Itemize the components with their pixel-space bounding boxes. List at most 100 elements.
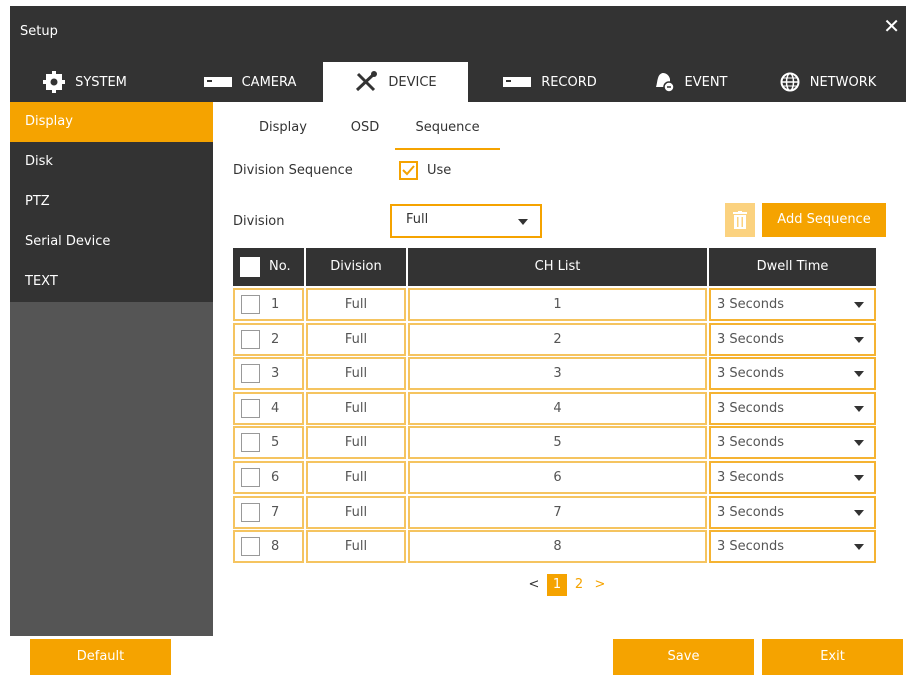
- row-dwell-time-select[interactable]: 3 Seconds: [709, 461, 876, 494]
- sidebar-item-text[interactable]: TEXT: [10, 262, 213, 302]
- row-division-cell[interactable]: Full: [306, 426, 406, 459]
- row-no: 8: [271, 539, 280, 554]
- table-row: 1 Full 1 3 Seconds: [233, 288, 876, 322]
- row-ch-list: 2: [553, 332, 562, 347]
- row-ch-list: 7: [553, 505, 562, 520]
- row-no: 6: [271, 470, 280, 485]
- row-ch-list-cell[interactable]: 1: [408, 288, 707, 321]
- row-dwell-time: 3 Seconds: [717, 332, 785, 347]
- row-ch-list-cell[interactable]: 5: [408, 426, 707, 459]
- row-ch-list: 8: [553, 539, 562, 554]
- tab-system[interactable]: SYSTEM: [10, 62, 160, 102]
- row-ch-list-cell[interactable]: 7: [408, 496, 707, 529]
- row-no: 4: [271, 401, 280, 416]
- row-dwell-time-select[interactable]: 3 Seconds: [709, 496, 876, 529]
- row-no-cell: 2: [233, 323, 304, 356]
- row-checkbox[interactable]: [241, 537, 260, 556]
- tab-label: SYSTEM: [75, 74, 127, 90]
- delete-sequence-button[interactable]: [725, 203, 755, 237]
- row-no-cell: 5: [233, 426, 304, 459]
- checkmark-icon: [402, 165, 415, 176]
- row-dwell-time-select[interactable]: 3 Seconds: [709, 426, 876, 459]
- row-no-cell: 6: [233, 461, 304, 494]
- row-division-cell[interactable]: Full: [306, 357, 406, 390]
- row-dwell-time: 3 Seconds: [717, 401, 785, 416]
- row-dwell-time: 3 Seconds: [717, 366, 785, 381]
- select-all-checkbox[interactable]: [240, 257, 260, 277]
- header-dwell-time-label: Dwell Time: [756, 259, 829, 274]
- row-division-cell[interactable]: Full: [306, 288, 406, 321]
- row-ch-list-cell[interactable]: 6: [408, 461, 707, 494]
- sidebar-list: Display Disk PTZ Serial Device TEXT: [10, 102, 213, 302]
- close-icon[interactable]: ✕: [883, 16, 900, 36]
- sidebar-item-disk[interactable]: Disk: [10, 142, 213, 182]
- row-ch-list: 5: [553, 435, 562, 450]
- tab-device[interactable]: DEVICE: [323, 62, 468, 102]
- next-page-icon[interactable]: >: [593, 574, 607, 596]
- tab-label: EVENT: [684, 74, 728, 90]
- division-select[interactable]: Full: [390, 204, 542, 238]
- row-ch-list-cell[interactable]: 4: [408, 392, 707, 425]
- row-checkbox[interactable]: [241, 364, 260, 383]
- row-no-cell: 8: [233, 530, 304, 563]
- subtab-display[interactable]: Display: [253, 110, 313, 150]
- row-checkbox[interactable]: [241, 503, 260, 522]
- title-bar: Setup ✕: [10, 6, 906, 56]
- row-ch-list: 4: [553, 401, 562, 416]
- chevron-down-icon: [854, 475, 864, 481]
- sidebar: Display Disk PTZ Serial Device TEXT: [10, 102, 213, 636]
- row-ch-list-cell[interactable]: 3: [408, 357, 707, 390]
- row-checkbox[interactable]: [241, 433, 260, 452]
- tab-record[interactable]: RECORD: [485, 62, 615, 102]
- use-checkbox[interactable]: [399, 161, 418, 180]
- row-checkbox[interactable]: [241, 468, 260, 487]
- tab-event[interactable]: EVENT: [635, 62, 745, 102]
- sidebar-item-ptz[interactable]: PTZ: [10, 182, 213, 222]
- division-select-value: Full: [406, 212, 429, 227]
- camera-icon: [203, 77, 232, 87]
- row-checkbox[interactable]: [241, 330, 260, 349]
- row-division-cell[interactable]: Full: [306, 530, 406, 563]
- sidebar-item-serial-device[interactable]: Serial Device: [10, 222, 213, 262]
- row-dwell-time-select[interactable]: 3 Seconds: [709, 530, 876, 563]
- row-no: 5: [271, 435, 280, 450]
- row-dwell-time-select[interactable]: 3 Seconds: [709, 288, 876, 321]
- subtab-sequence[interactable]: Sequence: [395, 110, 500, 150]
- save-button[interactable]: Save: [613, 639, 754, 675]
- row-dwell-time-select[interactable]: 3 Seconds: [709, 392, 876, 425]
- row-checkbox[interactable]: [241, 295, 260, 314]
- row-division-cell[interactable]: Full: [306, 461, 406, 494]
- row-checkbox[interactable]: [241, 399, 260, 418]
- row-division-cell[interactable]: Full: [306, 392, 406, 425]
- prev-page-icon[interactable]: <: [527, 574, 541, 596]
- row-ch-list: 1: [553, 297, 562, 312]
- tab-camera[interactable]: CAMERA: [190, 62, 310, 102]
- division-sequence-label: Division Sequence: [233, 163, 353, 178]
- tools-icon: [356, 71, 378, 92]
- sidebar-item-display[interactable]: Display: [10, 102, 213, 142]
- tab-label: RECORD: [541, 74, 597, 90]
- row-dwell-time: 3 Seconds: [717, 435, 785, 450]
- add-sequence-button[interactable]: Add Sequence: [762, 203, 886, 237]
- row-ch-list-cell[interactable]: 2: [408, 323, 707, 356]
- row-ch-list-cell[interactable]: 8: [408, 530, 707, 563]
- page-1[interactable]: 1: [547, 574, 567, 596]
- row-dwell-time-select[interactable]: 3 Seconds: [709, 357, 876, 390]
- row-division-cell[interactable]: Full: [306, 496, 406, 529]
- page-2[interactable]: 2: [569, 574, 589, 596]
- chevron-down-icon: [854, 302, 864, 308]
- default-button[interactable]: Default: [30, 639, 171, 675]
- exit-button[interactable]: Exit: [762, 639, 903, 675]
- row-no-cell: 7: [233, 496, 304, 529]
- subtab-osd[interactable]: OSD: [340, 110, 390, 150]
- tab-network[interactable]: NETWORK: [768, 62, 888, 102]
- row-division: Full: [344, 539, 368, 554]
- row-no-cell: 3: [233, 357, 304, 390]
- row-no-cell: 1: [233, 288, 304, 321]
- row-division-cell[interactable]: Full: [306, 323, 406, 356]
- row-no: 2: [271, 332, 280, 347]
- chevron-down-icon: [854, 337, 864, 343]
- globe-icon: [780, 72, 800, 92]
- row-dwell-time-select[interactable]: 3 Seconds: [709, 323, 876, 356]
- table-row: 4 Full 4 3 Seconds: [233, 392, 876, 426]
